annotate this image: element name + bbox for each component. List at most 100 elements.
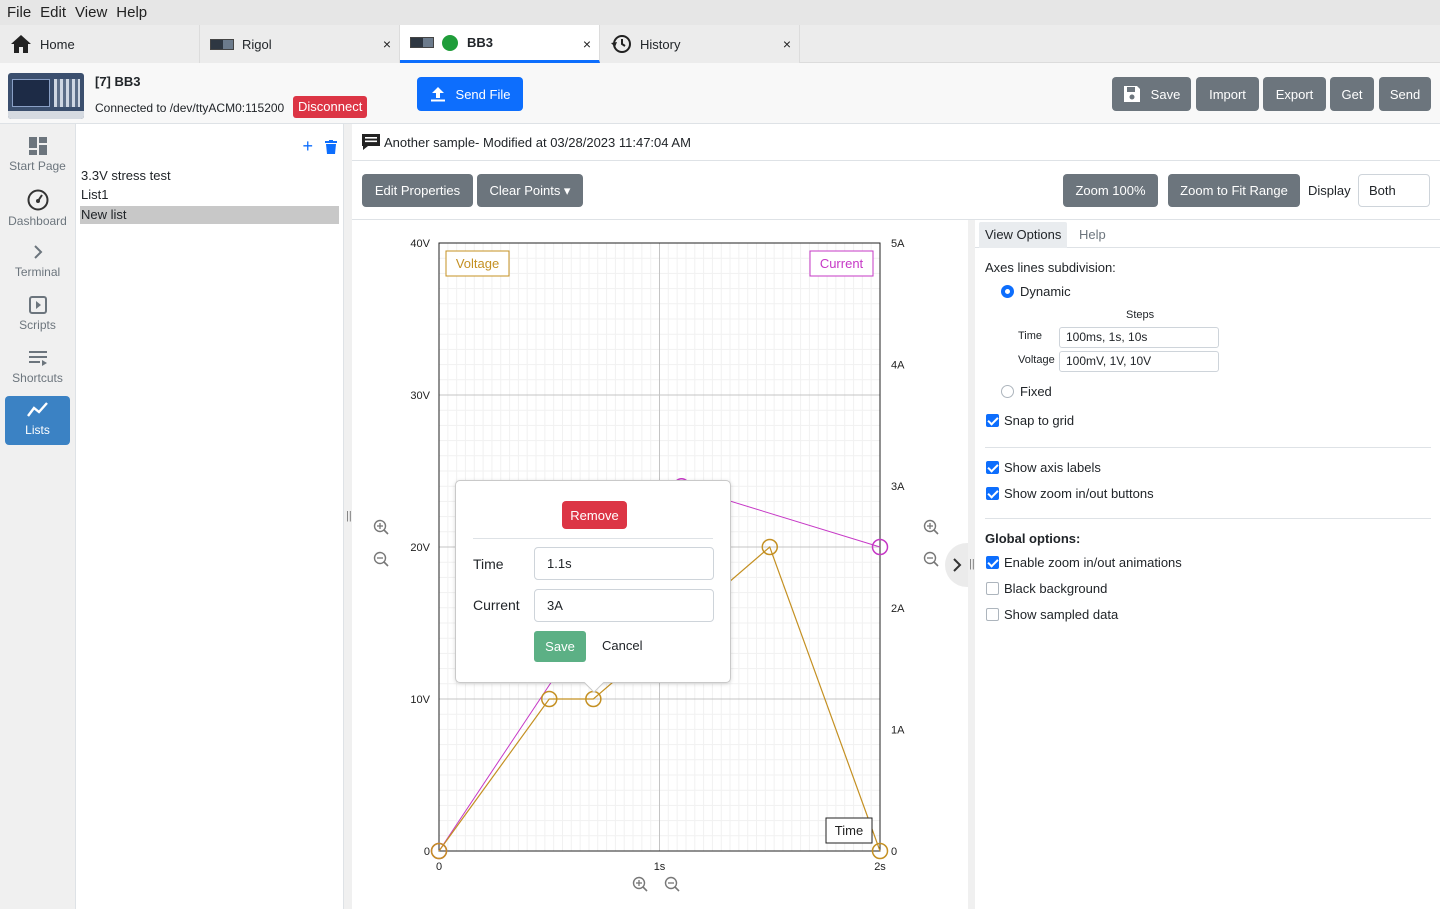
zoom-out-time-icon[interactable] (664, 876, 680, 892)
show-axis-labels-checkbox[interactable] (986, 461, 999, 474)
disconnect-button[interactable]: Disconnect (293, 96, 368, 118)
voltage-steps-label: Voltage (1018, 354, 1055, 366)
list-item[interactable]: List1 (80, 186, 339, 204)
axes-subdivision-heading: Axes lines subdivision: (985, 260, 1116, 275)
send-button[interactable]: Send (1379, 77, 1431, 111)
tab-home[interactable]: Home (0, 25, 200, 63)
zoom-to-fit-button[interactable]: Zoom to Fit Range (1168, 174, 1300, 207)
instrument-header: [7] BB3 Connected to /dev/ttyACM0:115200… (0, 63, 1440, 124)
show-sampled-data-checkbox[interactable] (986, 608, 999, 621)
comment-icon (362, 134, 380, 150)
x-tick-label: 1s (654, 861, 666, 873)
splitter-grip-icon: || (346, 510, 352, 522)
fixed-radio[interactable] (1001, 385, 1014, 398)
save-point-button[interactable]: Save (534, 631, 586, 662)
list-toolbar: + (302, 136, 337, 157)
upload-icon (430, 87, 445, 102)
zoom-100-button[interactable]: Zoom 100% (1063, 174, 1158, 207)
black-background-checkbox[interactable] (986, 582, 999, 595)
steps-heading: Steps (1126, 309, 1155, 321)
time-steps-input[interactable]: 100ms, 1s, 10s (1059, 327, 1219, 348)
y-right-tick-label: 3A (891, 481, 905, 493)
y-right-tick-label: 1A (891, 724, 905, 736)
menu-view[interactable]: View (72, 4, 110, 21)
add-list-icon[interactable]: + (302, 136, 313, 157)
close-icon[interactable]: × (783, 36, 791, 52)
zoom-out-voltage-icon[interactable] (373, 551, 389, 567)
history-icon (610, 34, 632, 54)
connection-status: Connected to /dev/ttyACM0:115200 (95, 101, 285, 115)
enable-zoom-animations-checkbox[interactable] (986, 556, 999, 569)
panel-splitter[interactable]: || (344, 124, 352, 909)
remove-point-button[interactable]: Remove (562, 501, 627, 529)
time-input[interactable]: 1.1s (534, 547, 714, 580)
popup-divider (473, 538, 713, 539)
send-file-label: Send File (455, 86, 511, 102)
menu-help[interactable]: Help (113, 4, 150, 21)
show-zoom-buttons-checkbox[interactable] (986, 487, 999, 500)
gauge-icon (27, 189, 48, 211)
display-select[interactable]: Both (1358, 174, 1430, 207)
options-splitter[interactable]: || (968, 220, 975, 909)
zoom-out-current-icon[interactable] (923, 551, 939, 567)
sidebar-item-scripts[interactable]: Scripts (5, 291, 70, 340)
edit-properties-button[interactable]: Edit Properties (362, 174, 473, 207)
import-button[interactable]: Import (1196, 77, 1259, 111)
send-file-button[interactable]: Send File (417, 77, 523, 111)
voltage-legend-label: Voltage (456, 256, 499, 271)
sidebar-item-dashboard[interactable]: Dashboard (5, 185, 70, 234)
sidebar-item-start-page[interactable]: Start Page (5, 132, 70, 181)
dynamic-label: Dynamic (1020, 284, 1071, 299)
tab-view-options[interactable]: View Options (979, 222, 1068, 248)
snap-to-grid-checkbox[interactable] (986, 414, 999, 427)
zoom-in-time-icon[interactable] (632, 876, 648, 892)
device-name: [7] BB3 (95, 74, 141, 89)
dynamic-radio[interactable] (1001, 285, 1014, 298)
list-item-selected[interactable]: New list (80, 206, 339, 224)
floppy-disk-icon (1123, 86, 1140, 102)
sidebar-item-label: Lists (25, 423, 50, 437)
tab-help[interactable]: Help (1073, 222, 1112, 248)
current-input[interactable]: 3A (534, 589, 714, 622)
fixed-label: Fixed (1020, 384, 1052, 399)
black-background-label: Black background (1004, 581, 1108, 596)
sidebar-item-label: Dashboard (8, 214, 67, 228)
sidebar-item-label: Scripts (19, 318, 56, 332)
tab-bar: Home Rigol × BB3 × History × (0, 25, 1440, 63)
time-field-label: Time (473, 556, 504, 572)
x-tick-label: 0 (436, 861, 442, 873)
list-item[interactable]: 3.3V stress test (80, 167, 339, 185)
menu-bar: File Edit View Help (0, 0, 1440, 25)
sidebar-item-label: Start Page (9, 159, 66, 173)
options-tabs: View Options Help (975, 220, 1440, 248)
snap-to-grid-label: Snap to grid (1004, 413, 1075, 428)
menu-file[interactable]: File (4, 4, 34, 21)
close-icon[interactable]: × (383, 36, 391, 52)
tab-bb3[interactable]: BB3 × (400, 25, 600, 63)
clear-points-dropdown[interactable]: Clear Points ▾ (477, 174, 583, 207)
sidebar-item-lists[interactable]: Lists (5, 396, 70, 445)
chevron-right-icon (33, 245, 42, 259)
cancel-button[interactable]: Cancel (602, 638, 642, 653)
chevron-right-icon (952, 558, 961, 572)
save-button[interactable]: Save (1112, 77, 1191, 111)
export-button[interactable]: Export (1263, 77, 1326, 111)
sidebar-item-terminal[interactable]: Terminal (5, 238, 70, 287)
y-right-tick-label: 0 (891, 846, 897, 858)
splitter-grip-icon: || (969, 558, 975, 570)
global-options-heading: Global options: (985, 531, 1081, 546)
close-icon[interactable]: × (583, 36, 591, 52)
divider (985, 518, 1431, 519)
zoom-in-current-icon[interactable] (923, 519, 939, 535)
y-right-tick-label: 4A (891, 360, 905, 372)
tab-history-label: History (640, 36, 681, 52)
tab-rigol[interactable]: Rigol × (200, 25, 400, 63)
tab-history[interactable]: History × (600, 25, 800, 63)
sidebar-item-shortcuts[interactable]: Shortcuts (5, 344, 70, 393)
get-button[interactable]: Get (1330, 77, 1374, 111)
trash-icon[interactable] (325, 139, 337, 154)
voltage-steps-input[interactable]: 100mV, 1V, 10V (1059, 351, 1219, 372)
menu-edit[interactable]: Edit (37, 4, 69, 21)
y-left-tick-label: 20V (410, 542, 430, 554)
zoom-in-voltage-icon[interactable] (373, 519, 389, 535)
